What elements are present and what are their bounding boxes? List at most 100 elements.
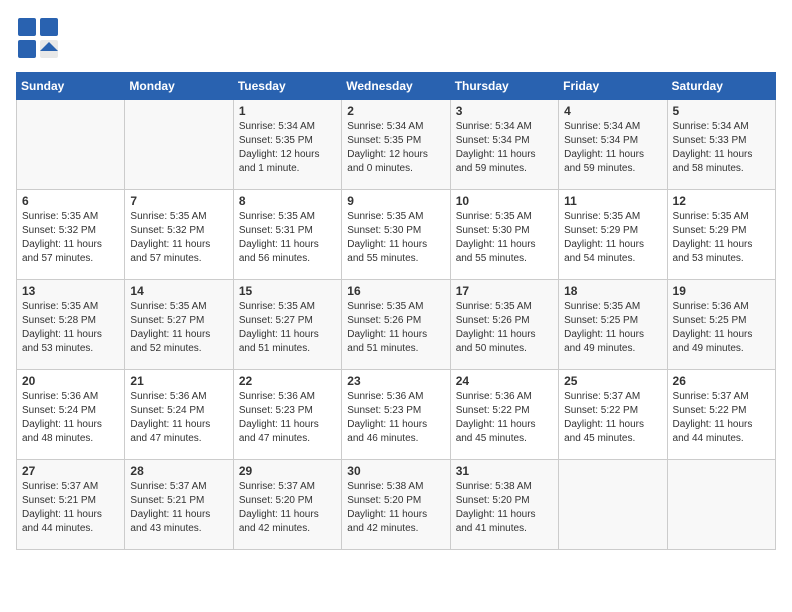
calendar-cell: 26 Sunrise: 5:37 AM Sunset: 5:22 PM Dayli… bbox=[667, 370, 775, 460]
day-number: 28 bbox=[130, 464, 227, 478]
calendar-cell: 25 Sunrise: 5:37 AM Sunset: 5:22 PM Dayli… bbox=[559, 370, 667, 460]
day-number: 20 bbox=[22, 374, 119, 388]
calendar-cell: 4Sunrise: 5:34 AM Sunset: 5:34 PM Daylig… bbox=[559, 100, 667, 190]
header-friday: Friday bbox=[559, 73, 667, 100]
calendar-cell: 28 Sunrise: 5:37 AM Sunset: 5:21 PM Dayli… bbox=[125, 460, 233, 550]
day-number: 15 bbox=[239, 284, 336, 298]
day-number: 5 bbox=[673, 104, 770, 118]
day-number: 14 bbox=[130, 284, 227, 298]
header-saturday: Saturday bbox=[667, 73, 775, 100]
calendar-week-3: 13 Sunrise: 5:35 AM Sunset: 5:28 PM Dayli… bbox=[17, 280, 776, 370]
day-number: 2 bbox=[347, 104, 444, 118]
cell-info: Sunrise: 5:34 AM Sunset: 5:34 PM Dayligh… bbox=[564, 120, 661, 176]
cell-info: Sunrise: 5:35 AM Sunset: 5:30 PM Dayligh… bbox=[347, 210, 444, 266]
day-number: 23 bbox=[347, 374, 444, 388]
calendar-cell bbox=[125, 100, 233, 190]
cell-info: Sunrise: 5:37 AM Sunset: 5:20 PM Dayligh… bbox=[239, 480, 336, 536]
calendar-cell: 5 Sunrise: 5:34 AM Sunset: 5:33 PM Daylig… bbox=[667, 100, 775, 190]
day-number: 8 bbox=[239, 194, 336, 208]
calendar-cell: 30Sunrise: 5:38 AM Sunset: 5:20 PM Dayli… bbox=[342, 460, 450, 550]
day-number: 29 bbox=[239, 464, 336, 478]
calendar-cell: 6 Sunrise: 5:35 AM Sunset: 5:32 PM Daylig… bbox=[17, 190, 125, 280]
cell-info: Sunrise: 5:35 AM Sunset: 5:32 PM Dayligh… bbox=[22, 210, 119, 266]
cell-info: Sunrise: 5:37 AM Sunset: 5:21 PM Dayligh… bbox=[22, 480, 119, 536]
calendar-cell bbox=[559, 460, 667, 550]
cell-info: Sunrise: 5:36 AM Sunset: 5:23 PM Dayligh… bbox=[239, 390, 336, 446]
cell-info: Sunrise: 5:35 AM Sunset: 5:29 PM Dayligh… bbox=[673, 210, 770, 266]
cell-info: Sunrise: 5:34 AM Sunset: 5:35 PM Dayligh… bbox=[347, 120, 444, 176]
cell-info: Sunrise: 5:38 AM Sunset: 5:20 PM Dayligh… bbox=[456, 480, 553, 536]
cell-info: Sunrise: 5:34 AM Sunset: 5:33 PM Dayligh… bbox=[673, 120, 770, 176]
calendar-cell: 9 Sunrise: 5:35 AM Sunset: 5:30 PM Daylig… bbox=[342, 190, 450, 280]
day-number: 31 bbox=[456, 464, 553, 478]
header-tuesday: Tuesday bbox=[233, 73, 341, 100]
calendar-cell bbox=[667, 460, 775, 550]
cell-info: Sunrise: 5:37 AM Sunset: 5:21 PM Dayligh… bbox=[130, 480, 227, 536]
day-number: 26 bbox=[673, 374, 770, 388]
cell-info: Sunrise: 5:37 AM Sunset: 5:22 PM Dayligh… bbox=[564, 390, 661, 446]
cell-info: Sunrise: 5:35 AM Sunset: 5:26 PM Dayligh… bbox=[456, 300, 553, 356]
calendar-cell: 16 Sunrise: 5:35 AM Sunset: 5:26 PM Dayli… bbox=[342, 280, 450, 370]
day-number: 1 bbox=[239, 104, 336, 118]
cell-info: Sunrise: 5:35 AM Sunset: 5:31 PM Dayligh… bbox=[239, 210, 336, 266]
day-number: 27 bbox=[22, 464, 119, 478]
header-sunday: Sunday bbox=[17, 73, 125, 100]
calendar-cell: 1Sunrise: 5:34 AM Sunset: 5:35 PM Daylig… bbox=[233, 100, 341, 190]
day-number: 9 bbox=[347, 194, 444, 208]
calendar-cell: 18Sunrise: 5:35 AM Sunset: 5:25 PM Dayli… bbox=[559, 280, 667, 370]
calendar-cell: 19 Sunrise: 5:36 AM Sunset: 5:25 PM Dayli… bbox=[667, 280, 775, 370]
calendar-week-2: 6 Sunrise: 5:35 AM Sunset: 5:32 PM Daylig… bbox=[17, 190, 776, 280]
header-thursday: Thursday bbox=[450, 73, 558, 100]
page-header bbox=[16, 16, 776, 60]
logo bbox=[16, 16, 64, 60]
calendar-cell: 13 Sunrise: 5:35 AM Sunset: 5:28 PM Dayli… bbox=[17, 280, 125, 370]
day-number: 16 bbox=[347, 284, 444, 298]
day-number: 22 bbox=[239, 374, 336, 388]
cell-info: Sunrise: 5:34 AM Sunset: 5:34 PM Dayligh… bbox=[456, 120, 553, 176]
day-number: 10 bbox=[456, 194, 553, 208]
calendar-cell: 12 Sunrise: 5:35 AM Sunset: 5:29 PM Dayli… bbox=[667, 190, 775, 280]
cell-info: Sunrise: 5:36 AM Sunset: 5:24 PM Dayligh… bbox=[22, 390, 119, 446]
calendar-cell: 29 Sunrise: 5:37 AM Sunset: 5:20 PM Dayli… bbox=[233, 460, 341, 550]
day-number: 30 bbox=[347, 464, 444, 478]
header-wednesday: Wednesday bbox=[342, 73, 450, 100]
day-number: 6 bbox=[22, 194, 119, 208]
day-number: 19 bbox=[673, 284, 770, 298]
calendar-cell: 31 Sunrise: 5:38 AM Sunset: 5:20 PM Dayli… bbox=[450, 460, 558, 550]
calendar-cell: 3 Sunrise: 5:34 AM Sunset: 5:34 PM Daylig… bbox=[450, 100, 558, 190]
calendar-cell: 11 Sunrise: 5:35 AM Sunset: 5:29 PM Dayli… bbox=[559, 190, 667, 280]
calendar-cell bbox=[17, 100, 125, 190]
calendar-cell: 23 Sunrise: 5:36 AM Sunset: 5:23 PM Dayli… bbox=[342, 370, 450, 460]
calendar-cell: 21Sunrise: 5:36 AM Sunset: 5:24 PM Dayli… bbox=[125, 370, 233, 460]
calendar-week-1: 1 Sunrise: 5:34 AM Sunset: 5:35 PM Daylig… bbox=[17, 100, 776, 190]
calendar-cell: 7 Sunrise: 5:35 AM Sunset: 5:32 PM Daylig… bbox=[125, 190, 233, 280]
day-number: 11 bbox=[564, 194, 661, 208]
day-number: 25 bbox=[564, 374, 661, 388]
cell-info: Sunrise: 5:36 AM Sunset: 5:25 PM Dayligh… bbox=[673, 300, 770, 356]
day-number: 24 bbox=[456, 374, 553, 388]
day-number: 3 bbox=[456, 104, 553, 118]
calendar-cell: 17 Sunrise: 5:35 AM Sunset: 5:26 PM Dayli… bbox=[450, 280, 558, 370]
cell-info: Sunrise: 5:35 AM Sunset: 5:26 PM Dayligh… bbox=[347, 300, 444, 356]
cell-info: Sunrise: 5:35 AM Sunset: 5:25 PM Dayligh… bbox=[564, 300, 661, 356]
calendar-cell: 10Sunrise: 5:35 AM Sunset: 5:30 PM Dayli… bbox=[450, 190, 558, 280]
cell-info: Sunrise: 5:35 AM Sunset: 5:28 PM Dayligh… bbox=[22, 300, 119, 356]
calendar-week-4: 20 Sunrise: 5:36 AM Sunset: 5:24 PM Dayli… bbox=[17, 370, 776, 460]
calendar-cell: 20 Sunrise: 5:36 AM Sunset: 5:24 PM Dayli… bbox=[17, 370, 125, 460]
calendar-cell: 24Sunrise: 5:36 AM Sunset: 5:22 PM Dayli… bbox=[450, 370, 558, 460]
logo-icon bbox=[16, 16, 60, 60]
calendar-cell: 14 Sunrise: 5:35 AM Sunset: 5:27 PM Dayli… bbox=[125, 280, 233, 370]
cell-info: Sunrise: 5:35 AM Sunset: 5:32 PM Dayligh… bbox=[130, 210, 227, 266]
day-number: 7 bbox=[130, 194, 227, 208]
day-number: 13 bbox=[22, 284, 119, 298]
cell-info: Sunrise: 5:35 AM Sunset: 5:29 PM Dayligh… bbox=[564, 210, 661, 266]
calendar-cell: 8 Sunrise: 5:35 AM Sunset: 5:31 PM Daylig… bbox=[233, 190, 341, 280]
cell-info: Sunrise: 5:37 AM Sunset: 5:22 PM Dayligh… bbox=[673, 390, 770, 446]
cell-info: Sunrise: 5:36 AM Sunset: 5:23 PM Dayligh… bbox=[347, 390, 444, 446]
calendar-header-row: SundayMondayTuesdayWednesdayThursdayFrid… bbox=[17, 73, 776, 100]
cell-info: Sunrise: 5:35 AM Sunset: 5:27 PM Dayligh… bbox=[130, 300, 227, 356]
header-monday: Monday bbox=[125, 73, 233, 100]
day-number: 17 bbox=[456, 284, 553, 298]
calendar-body: 1 Sunrise: 5:34 AM Sunset: 5:35 PM Daylig… bbox=[17, 100, 776, 550]
day-number: 12 bbox=[673, 194, 770, 208]
